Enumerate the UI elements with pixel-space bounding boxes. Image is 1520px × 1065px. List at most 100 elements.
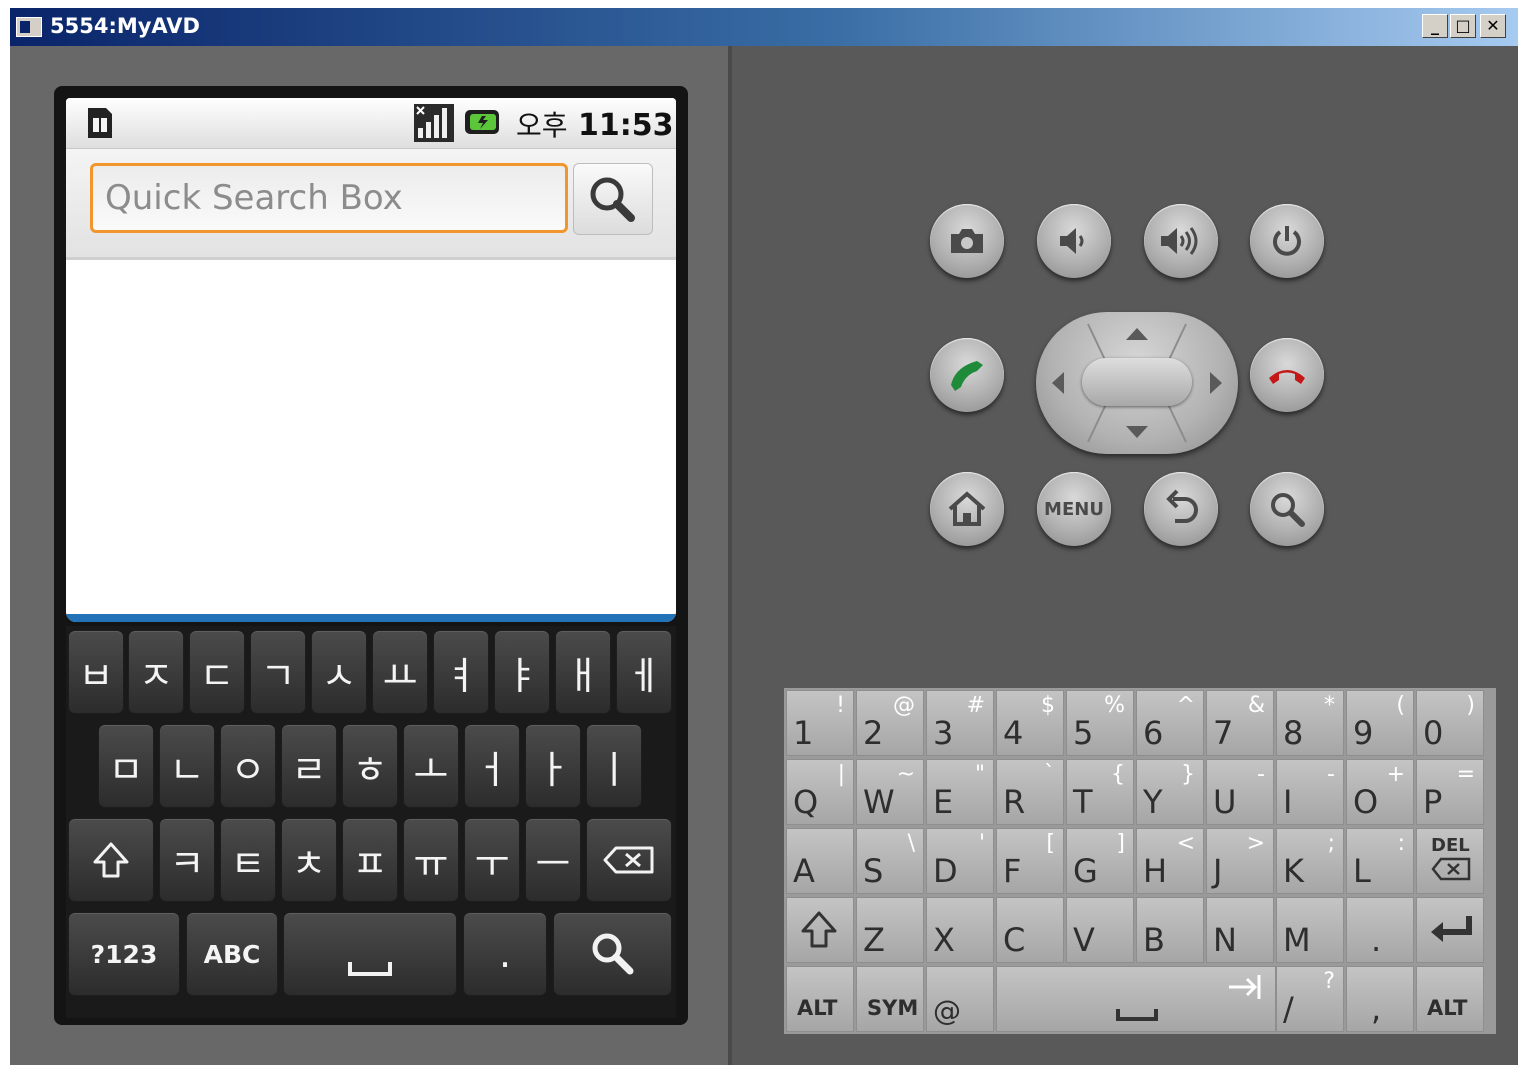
hw-key-alt-right[interactable]: ALT xyxy=(1416,966,1484,1032)
volume-down-button[interactable] xyxy=(1037,204,1111,278)
hw-key-n[interactable]: N xyxy=(1206,897,1274,963)
hw-key-i[interactable]: I- xyxy=(1276,759,1344,825)
quick-search-input[interactable] xyxy=(90,163,568,233)
hw-key-f[interactable]: F[ xyxy=(996,828,1064,894)
volume-up-button[interactable] xyxy=(1144,204,1218,278)
soft-key[interactable]: ㅇ xyxy=(220,724,276,808)
hw-key-space[interactable] xyxy=(996,966,1276,1032)
hw-key-del[interactable]: DEL xyxy=(1416,828,1484,894)
soft-key[interactable]: ㅌ xyxy=(220,818,276,902)
soft-key[interactable]: ㄹ xyxy=(281,724,337,808)
hw-key-comma[interactable]: , xyxy=(1346,966,1414,1032)
dpad[interactable] xyxy=(1036,312,1238,454)
dpad-right-icon[interactable] xyxy=(1208,370,1224,396)
soft-key[interactable]: ㅛ xyxy=(372,630,428,714)
soft-search-key[interactable] xyxy=(553,912,672,996)
hw-key-period[interactable]: . xyxy=(1346,897,1414,963)
soft-symbols-key[interactable]: ?123 xyxy=(68,912,180,996)
soft-period-key[interactable]: . xyxy=(463,912,547,996)
hw-key-shift[interactable] xyxy=(786,897,854,963)
dpad-up-icon[interactable] xyxy=(1124,326,1150,342)
minimize-button[interactable]: _ xyxy=(1422,14,1448,38)
hw-key-alt-left[interactable]: ALT xyxy=(786,966,854,1032)
hw-key-0[interactable]: 0) xyxy=(1416,690,1484,756)
soft-key[interactable]: ㅏ xyxy=(525,724,581,808)
soft-key[interactable]: ㅁ xyxy=(98,724,154,808)
hw-key-r[interactable]: R ` xyxy=(996,759,1064,825)
soft-key[interactable]: ㅡ xyxy=(525,818,581,902)
back-button[interactable] xyxy=(1144,472,1218,546)
hw-key-4[interactable]: 4 $ xyxy=(996,690,1064,756)
soft-key[interactable]: ㅜ xyxy=(464,818,520,902)
soft-key[interactable]: ㅣ xyxy=(586,724,642,808)
soft-key[interactable]: ㅂ xyxy=(68,630,124,714)
hw-key-5[interactable]: 5% xyxy=(1066,690,1134,756)
hw-key-y[interactable]: Y} xyxy=(1136,759,1204,825)
camera-button[interactable] xyxy=(930,204,1004,278)
soft-key[interactable]: ㅎ xyxy=(342,724,398,808)
call-button[interactable] xyxy=(930,338,1004,412)
soft-key[interactable]: ㄷ xyxy=(189,630,245,714)
soft-key[interactable]: ㅐ xyxy=(555,630,611,714)
hw-key-u[interactable]: U- xyxy=(1206,759,1274,825)
maximize-button[interactable]: □ xyxy=(1450,14,1476,38)
hw-key-a[interactable]: A xyxy=(786,828,854,894)
hw-key-7[interactable]: 7 & xyxy=(1206,690,1274,756)
dpad-left-icon[interactable] xyxy=(1050,370,1066,396)
soft-key[interactable]: ㅠ xyxy=(403,818,459,902)
soft-key[interactable]: ㅋ xyxy=(159,818,215,902)
hw-key-enter[interactable] xyxy=(1416,897,1484,963)
soft-key[interactable]: ㅈ xyxy=(128,630,184,714)
hw-key-q[interactable]: Q | xyxy=(786,759,854,825)
hw-key-x[interactable]: X xyxy=(926,897,994,963)
title-bar[interactable]: 5554:MyAVD _ □ ✕ xyxy=(10,8,1518,46)
soft-space-key[interactable] xyxy=(283,912,457,996)
soft-key[interactable]: ㅑ xyxy=(494,630,550,714)
hw-key-m[interactable]: M xyxy=(1276,897,1344,963)
hw-key-8[interactable]: 8 * xyxy=(1276,690,1344,756)
soft-shift-key[interactable] xyxy=(68,818,154,902)
soft-key[interactable]: ㅗ xyxy=(403,724,459,808)
hw-key-h[interactable]: H < xyxy=(1136,828,1204,894)
soft-key[interactable]: ㅍ xyxy=(342,818,398,902)
home-button[interactable] xyxy=(930,472,1004,546)
status-bar[interactable]: 오후 11:53 xyxy=(66,98,676,149)
hw-key-w[interactable]: W ~ xyxy=(856,759,924,825)
soft-key[interactable]: ㄱ xyxy=(250,630,306,714)
hw-key-v[interactable]: V xyxy=(1066,897,1134,963)
hw-key-o[interactable]: O + xyxy=(1346,759,1414,825)
hw-key-b[interactable]: B xyxy=(1136,897,1204,963)
dpad-down-icon[interactable] xyxy=(1124,424,1150,440)
hw-key-d[interactable]: D ' xyxy=(926,828,994,894)
hw-key-k[interactable]: K; xyxy=(1276,828,1344,894)
hw-key-l[interactable]: L: xyxy=(1346,828,1414,894)
quick-search-button[interactable] xyxy=(573,163,653,235)
hw-key-3[interactable]: 3 # xyxy=(926,690,994,756)
dpad-center[interactable] xyxy=(1082,358,1192,406)
hw-key-9[interactable]: 9( xyxy=(1346,690,1414,756)
soft-delete-key[interactable] xyxy=(586,818,672,902)
hw-key-sym[interactable]: SYM xyxy=(856,966,924,1032)
hw-key-1[interactable]: 1! xyxy=(786,690,854,756)
hw-key-at[interactable]: @ xyxy=(926,966,994,1032)
power-button[interactable] xyxy=(1250,204,1324,278)
hw-key-s[interactable]: S \ xyxy=(856,828,924,894)
close-button[interactable]: ✕ xyxy=(1480,14,1506,38)
hw-key-g[interactable]: G] xyxy=(1066,828,1134,894)
soft-key[interactable]: ㅔ xyxy=(616,630,672,714)
soft-key[interactable]: ㅊ xyxy=(281,818,337,902)
hw-key-j[interactable]: J > xyxy=(1206,828,1274,894)
soft-key[interactable]: ㄴ xyxy=(159,724,215,808)
hw-key-c[interactable]: C xyxy=(996,897,1064,963)
hw-key-p[interactable]: P = xyxy=(1416,759,1484,825)
phone-screen[interactable]: 오후 11:53 xyxy=(66,98,676,622)
menu-button[interactable]: MENU xyxy=(1037,472,1111,546)
soft-key[interactable]: ㅅ xyxy=(311,630,367,714)
hw-key-2[interactable]: 2 @ xyxy=(856,690,924,756)
hw-search-button[interactable] xyxy=(1250,472,1324,546)
soft-key[interactable]: ㅕ xyxy=(433,630,489,714)
soft-key[interactable]: ㅓ xyxy=(464,724,520,808)
hw-key-z[interactable]: Z xyxy=(856,897,924,963)
end-call-button[interactable] xyxy=(1250,338,1324,412)
soft-abc-key[interactable]: ABC xyxy=(186,912,278,996)
